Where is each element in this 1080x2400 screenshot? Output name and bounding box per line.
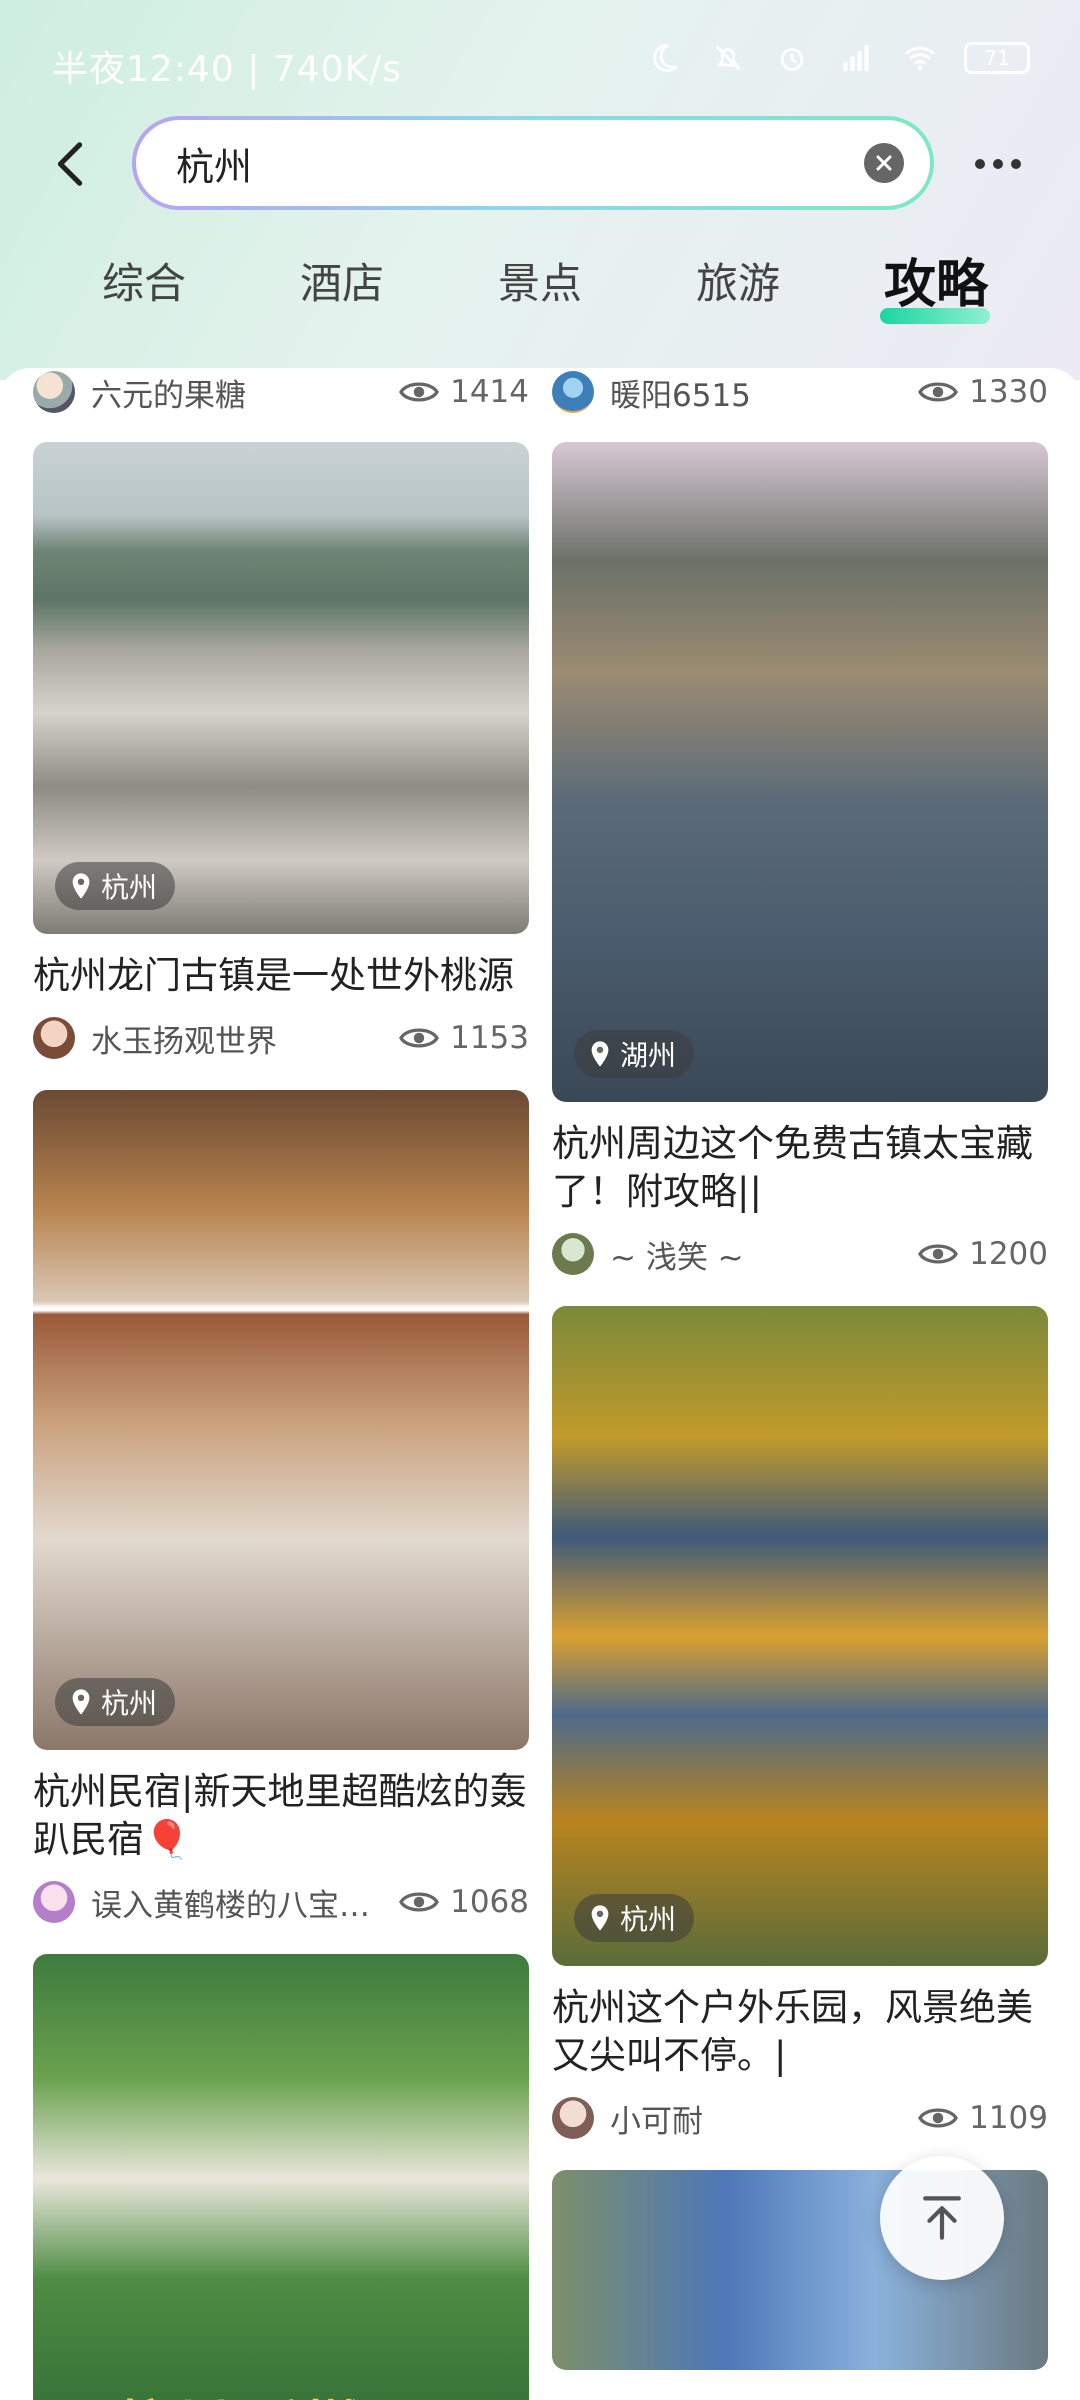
wifi-icon xyxy=(900,38,940,78)
card-meta: 误入黄鹤楼的八宝… 1068 xyxy=(33,1872,529,1932)
view-count: 1200 xyxy=(917,1236,1048,1272)
guide-card[interactable]: 杭州 杭州龙门古镇是一处世外桃源 水玉扬观世界 1153 xyxy=(33,442,529,1068)
avatar[interactable] xyxy=(552,2097,594,2139)
card-meta: ~ 浅笑 ~ 1200 xyxy=(552,1224,1048,1284)
eye-icon xyxy=(399,1892,439,1912)
card-meta: 六元的果糖 1414 xyxy=(33,368,529,422)
card-image-text: 杭州·香樾里 xyxy=(117,2383,417,2400)
eye-icon xyxy=(918,382,958,402)
search-box xyxy=(132,116,934,210)
avatar[interactable] xyxy=(552,1233,594,1275)
location-tag: 湖州 xyxy=(574,1030,695,1078)
more-options-button[interactable] xyxy=(962,144,1034,184)
battery-icon: 71 xyxy=(964,42,1030,74)
signal-icon xyxy=(836,38,876,78)
search-input[interactable] xyxy=(176,141,864,185)
author-name[interactable]: 六元的果糖 xyxy=(91,370,390,415)
location-pin-icon xyxy=(72,873,90,899)
guide-card[interactable]: 杭州 杭州民宿|新天地里超酷炫的轰趴民宿🎈 误入黄鹤楼的八宝… 1068 xyxy=(33,1090,529,1932)
eye-icon xyxy=(918,2108,958,2128)
eye-icon xyxy=(399,1028,439,1048)
mute-bell-icon xyxy=(708,38,748,78)
view-count: 1330 xyxy=(917,374,1048,410)
moon-icon xyxy=(644,38,684,78)
card-title[interactable]: 杭州龙门古镇是一处世外桃源 xyxy=(33,952,529,1000)
view-count: 1068 xyxy=(398,1884,529,1920)
card-title[interactable]: 杭州周边这个免费古镇太宝藏了！附攻略|| xyxy=(552,1120,1048,1216)
close-icon xyxy=(876,155,892,171)
location-tag: 杭州 xyxy=(574,1894,695,1942)
eye-icon xyxy=(399,382,439,402)
guides-feed[interactable]: 六元的果糖 1414 杭州 杭州龙门古镇是一处世外桃源 水玉扬观世界 1153 xyxy=(0,368,1080,2400)
feed-column-right: 暖阳6515 1330 湖州 杭州周边这个免费古镇太宝藏了！附攻略|| ~ 浅笑… xyxy=(552,368,1048,2392)
card-image[interactable]: 杭州 xyxy=(33,1090,529,1750)
avatar[interactable] xyxy=(33,1881,75,1923)
card-meta: 暖阳6515 1330 xyxy=(552,368,1048,422)
card-title[interactable]: 杭州民宿|新天地里超酷炫的轰趴民宿🎈 xyxy=(33,1768,529,1864)
tab-comprehensive[interactable]: 综合 xyxy=(74,250,214,311)
guide-card[interactable]: 湖州 杭州周边这个免费古镇太宝藏了！附攻略|| ~ 浅笑 ~ 1200 xyxy=(552,442,1048,1284)
card-title[interactable]: 杭州这个户外乐园，风景绝美又尖叫不停。| xyxy=(552,1984,1048,2080)
avatar[interactable] xyxy=(552,371,594,413)
card-meta: 小可耐 1109 xyxy=(552,2088,1048,2148)
card-image[interactable]: 杭州·香樾里 xyxy=(33,1954,529,2400)
guide-card[interactable]: 杭州·香樾里 xyxy=(33,1954,529,2400)
view-count: 1153 xyxy=(398,1020,529,1056)
back-arrow-icon xyxy=(57,142,83,186)
clear-search-button[interactable] xyxy=(864,143,904,183)
view-count: 1414 xyxy=(398,374,529,410)
location-tag: 杭州 xyxy=(55,862,176,910)
card-image[interactable]: 杭州 xyxy=(33,442,529,934)
avatar[interactable] xyxy=(33,1017,75,1059)
tab-hotel[interactable]: 酒店 xyxy=(272,250,412,311)
status-icons: 71 xyxy=(644,38,1030,78)
status-bar: 半夜12:40 | 740K/s 71 xyxy=(0,0,1080,128)
alarm-icon xyxy=(772,38,812,78)
author-name[interactable]: 暖阳6515 xyxy=(610,370,909,415)
location-tag: 杭州 xyxy=(55,1678,176,1726)
back-to-top-button[interactable] xyxy=(880,2156,1004,2280)
author-name[interactable]: 水玉扬观世界 xyxy=(91,1016,390,1061)
location-pin-icon xyxy=(591,1041,609,1067)
status-text: 半夜12:40 | 740K/s xyxy=(52,49,402,90)
author-name[interactable]: ~ 浅笑 ~ xyxy=(610,1232,909,1277)
more-dot-icon xyxy=(975,159,985,169)
card-meta: 水玉扬观世界 1153 xyxy=(33,1008,529,1068)
tab-attractions[interactable]: 景点 xyxy=(470,250,610,311)
category-tabs: 综合 酒店 景点 旅游 攻略 xyxy=(0,250,1080,340)
arrow-up-icon xyxy=(923,2196,961,2240)
eye-icon xyxy=(918,1244,958,1264)
guide-card[interactable]: 杭州 杭州这个户外乐园，风景绝美又尖叫不停。| 小可耐 1109 xyxy=(552,1306,1048,2148)
search-bar-row xyxy=(0,116,1080,212)
back-button[interactable] xyxy=(38,132,102,196)
feed-column-left: 六元的果糖 1414 杭州 杭州龙门古镇是一处世外桃源 水玉扬观世界 1153 xyxy=(33,368,529,2400)
card-image[interactable]: 湖州 xyxy=(552,442,1048,1102)
author-name[interactable]: 误入黄鹤楼的八宝… xyxy=(91,1880,390,1925)
avatar[interactable] xyxy=(33,371,75,413)
location-pin-icon xyxy=(72,1689,90,1715)
tab-guides[interactable]: 攻略 xyxy=(866,242,1006,317)
card-image[interactable]: 杭州 xyxy=(552,1306,1048,1966)
tab-travel[interactable]: 旅游 xyxy=(668,250,808,311)
author-name[interactable]: 小可耐 xyxy=(610,2096,909,2141)
active-tab-indicator xyxy=(880,308,990,324)
view-count: 1109 xyxy=(917,2100,1048,2136)
location-pin-icon xyxy=(591,1905,609,1931)
